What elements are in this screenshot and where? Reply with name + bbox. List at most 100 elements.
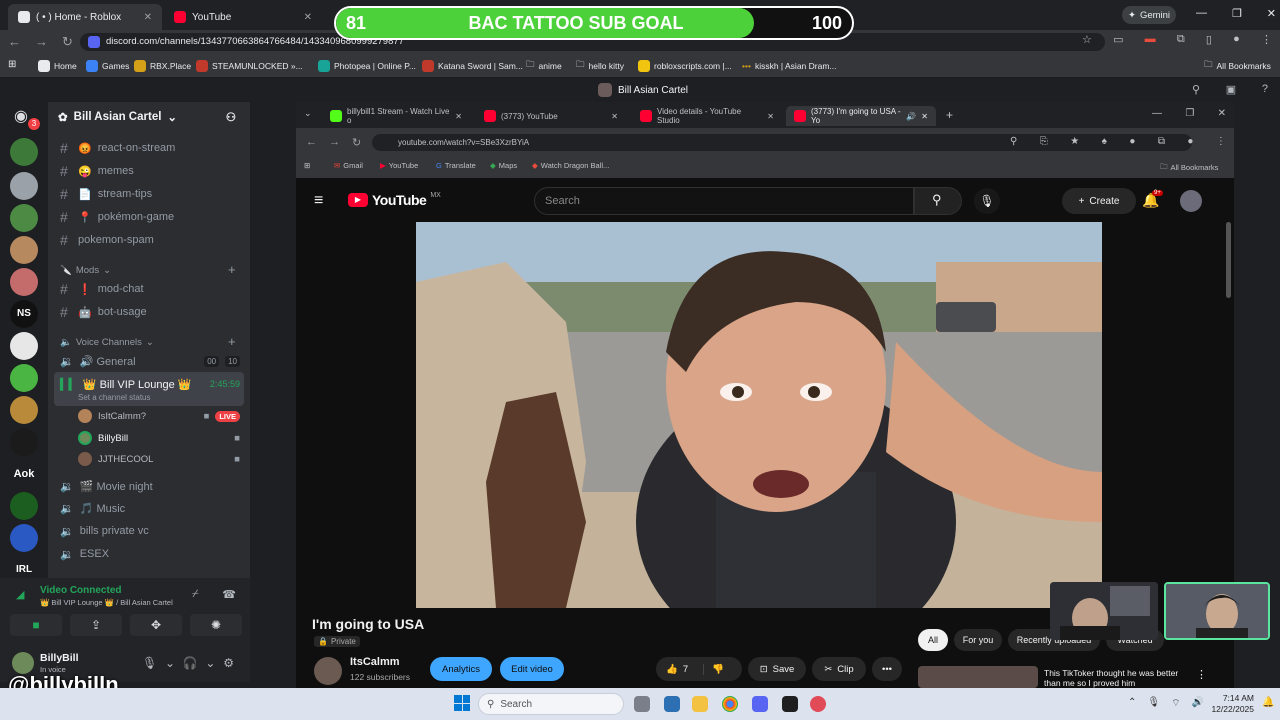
channel-react-on-stream[interactable]: # 😡 react-on-stream xyxy=(60,138,175,158)
profile-avatar[interactable]: ● xyxy=(1129,136,1135,147)
microphone-icon[interactable]: 🎙 xyxy=(142,656,157,670)
connection-location[interactable]: 👑 Bill VIP Lounge 👑 / Bill Asian Cartel xyxy=(40,598,173,607)
bookmark-rbxplace[interactable]: RBX.Place xyxy=(134,59,191,73)
task-view-icon[interactable] xyxy=(634,696,650,712)
add-channel-icon[interactable]: + xyxy=(228,262,236,277)
close-icon[interactable]: ✕ xyxy=(144,12,152,23)
chrome-icon[interactable] xyxy=(722,696,738,712)
avatar[interactable]: ● xyxy=(1187,136,1193,147)
voice-search-icon[interactable]: 🎙 xyxy=(974,188,1000,214)
server-icon[interactable] xyxy=(10,138,38,166)
voice-channel-general[interactable]: 🔉 🔊 General 00 10 xyxy=(60,351,240,371)
inbox-icon[interactable]: ▣ xyxy=(1226,83,1236,96)
voice-user[interactable]: IsItCalmm? ■ LIVE xyxy=(78,407,240,425)
pin-icon[interactable]: ⚲ xyxy=(1192,83,1200,96)
bookmark-maps[interactable]: ◆ Maps xyxy=(490,161,517,170)
bookmark-youtube[interactable]: ▶ YouTube xyxy=(380,161,418,170)
save-button[interactable]: ⊡ Save xyxy=(748,657,806,681)
tab-search-icon[interactable]: ⌄ xyxy=(304,108,312,119)
server-icon[interactable] xyxy=(10,236,38,264)
forward-icon[interactable]: → xyxy=(329,136,340,149)
maximize-icon[interactable]: ❐ xyxy=(1232,7,1242,23)
channel-stream-tips[interactable]: # 📄 stream-tips xyxy=(60,184,152,204)
voice-user[interactable]: BillyBill ■ xyxy=(78,429,240,447)
server-icon-ns[interactable]: NS xyxy=(10,300,38,328)
gemini-button[interactable]: ✦ Gemini xyxy=(1122,6,1176,24)
hamburger-menu-icon[interactable]: ≡ xyxy=(314,192,323,210)
star-icon[interactable]: ☆ xyxy=(1082,33,1092,49)
volume-icon[interactable]: 🔊 xyxy=(1192,697,1204,710)
server-header[interactable]: ✿ Bill Asian Cartel ⌄ ⚇ xyxy=(58,110,248,124)
close-icon[interactable]: ✕ xyxy=(921,112,928,121)
chevron-down-icon[interactable]: ⌄ xyxy=(165,656,175,670)
more-options-icon[interactable]: ⋮ xyxy=(1196,668,1207,681)
bookmark-robloxscripts[interactable]: robloxscripts.com |... xyxy=(638,59,732,73)
wifi-icon[interactable]: ⌔ xyxy=(1171,697,1180,710)
youtube-logo[interactable]: ▶ YouTube MX xyxy=(348,192,441,208)
extension-icon[interactable]: ♠ xyxy=(1102,136,1107,147)
forward-icon[interactable]: → xyxy=(35,34,48,50)
notification-center-icon[interactable]: 🔔 xyxy=(1262,697,1274,708)
chevron-up-icon[interactable]: ⌃ xyxy=(1128,697,1136,710)
activities-button[interactable]: ✥ xyxy=(130,614,182,636)
puzzle-icon[interactable]: ⧉ xyxy=(1177,33,1185,49)
windows-start-icon[interactable] xyxy=(454,695,470,711)
channel-status[interactable]: Set a channel status xyxy=(78,393,151,402)
suggestion-title[interactable]: This TikToker thought he was better than… xyxy=(1044,668,1194,688)
bookmark-hello-kitty[interactable]: 🗀 hello kitty xyxy=(576,59,624,73)
zoom-icon[interactable]: ⚲ xyxy=(1010,136,1017,147)
discord-home-icon[interactable]: ◉ xyxy=(14,106,28,126)
category-mods[interactable]: 🔪 Mods ⌄ xyxy=(60,265,111,276)
bookmark-translate[interactable]: G Translate xyxy=(436,161,476,170)
server-icon[interactable] xyxy=(10,492,38,520)
taskbar-clock[interactable]: 7:14 AM 12/22/2025 xyxy=(1206,693,1254,715)
add-member-icon[interactable]: ⚇ xyxy=(226,110,236,124)
close-icon[interactable]: ✕ xyxy=(304,12,312,23)
tab-roblox[interactable]: ( • ) Home - Roblox ✕ xyxy=(8,4,162,30)
account-avatar[interactable] xyxy=(1180,190,1202,212)
reload-icon[interactable]: ↻ xyxy=(352,136,361,149)
cast-icon[interactable]: ⎘ xyxy=(1040,136,1048,147)
channel-mod-chat[interactable]: # ❗ mod-chat xyxy=(60,279,144,299)
channel-memes[interactable]: # 😜 memes xyxy=(60,161,134,181)
discord-icon[interactable] xyxy=(752,696,768,712)
close-icon[interactable]: ✕ xyxy=(455,112,462,121)
voice-channel-bills-private[interactable]: 🔉 bills private vc xyxy=(60,521,149,541)
inner-tab-video[interactable]: (3773) I'm going to USA - Yo 🔊 ✕ xyxy=(786,106,936,126)
inner-tab-kick[interactable]: billybill1 Stream - Watch Live o ✕ xyxy=(322,106,470,126)
bookmark-games[interactable]: Games xyxy=(86,59,129,73)
channel-bot-usage[interactable]: # 🤖 bot-usage xyxy=(60,302,147,322)
back-icon[interactable]: ← xyxy=(306,136,317,149)
menu-icon[interactable]: ⋮ xyxy=(1261,33,1272,49)
minimize-icon[interactable]: — xyxy=(1196,7,1207,23)
sidebar-icon[interactable]: ▯ xyxy=(1206,33,1212,49)
server-icon[interactable] xyxy=(10,396,38,424)
app-icon[interactable] xyxy=(664,696,680,712)
channel-pokemon-game[interactable]: # 📍 pokémon-game xyxy=(60,207,174,227)
add-channel-icon[interactable]: + xyxy=(228,334,236,349)
maximize-icon[interactable]: ❐ xyxy=(1185,108,1194,119)
server-icon[interactable] xyxy=(10,524,38,552)
more-actions-icon[interactable]: ••• xyxy=(872,657,902,681)
disconnect-icon[interactable]: ☎ xyxy=(222,588,236,601)
channel-avatar[interactable] xyxy=(314,657,342,685)
edit-video-button[interactable]: Edit video xyxy=(500,657,564,681)
extension-icon[interactable]: ▭ xyxy=(1113,33,1123,49)
profile-avatar[interactable]: ● xyxy=(1233,33,1240,49)
connection-status[interactable]: Video Connected xyxy=(40,585,122,596)
screen-share-button[interactable]: ⇪ xyxy=(70,614,122,636)
star-icon[interactable]: ★ xyxy=(1070,136,1079,147)
server-icon[interactable] xyxy=(10,268,38,296)
voice-channel-movie-night[interactable]: 🔉 🎬 Movie night xyxy=(60,476,153,496)
bookmark-gmail[interactable]: ✉ Gmail xyxy=(334,161,363,170)
back-icon[interactable]: ← xyxy=(8,34,21,50)
bookmark-kisskh[interactable]: ••• kisskh | Asian Dram... xyxy=(742,59,837,73)
close-icon[interactable]: ✕ xyxy=(611,112,618,121)
voice-channel-music[interactable]: 🔉 🎵 Music xyxy=(60,498,125,518)
server-icon[interactable] xyxy=(10,332,38,360)
obs-icon[interactable] xyxy=(782,696,798,712)
channel-pokemon-spam[interactable]: # pokemon-spam xyxy=(60,230,154,250)
menu-icon[interactable]: ⋮ xyxy=(1216,136,1226,147)
taskbar-search[interactable]: ⚲ Search xyxy=(478,693,624,715)
soundboard-button[interactable]: ✺ xyxy=(190,614,242,636)
